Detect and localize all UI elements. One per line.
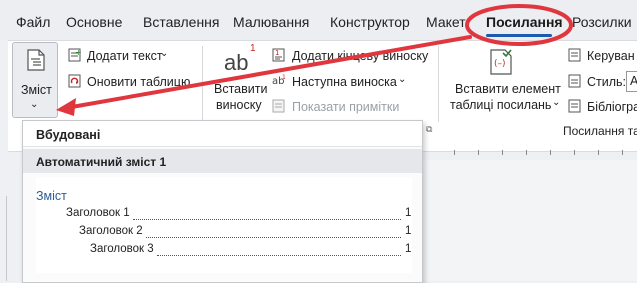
annotation-arrow-line (64, 35, 472, 110)
annotation-overlay (56, 4, 573, 116)
annotation-arrow-head (56, 98, 76, 116)
highlight-ellipse (465, 4, 573, 46)
